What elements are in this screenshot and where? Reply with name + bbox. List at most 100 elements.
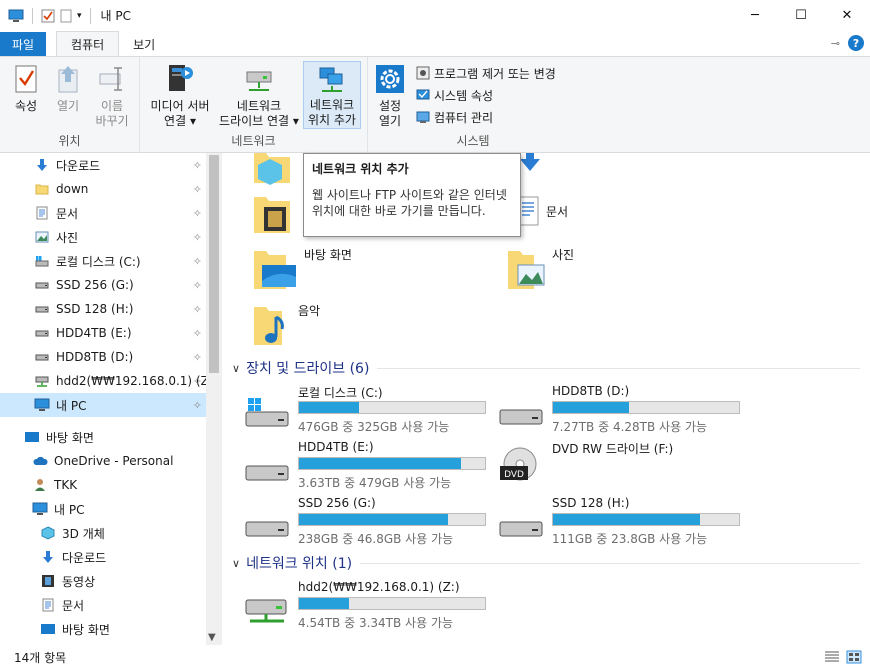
nav-item-downloads[interactable]: 다운로드 ✧	[0, 153, 206, 177]
nav-item-user-tkk[interactable]: TKK	[0, 473, 206, 497]
drive-h[interactable]: SSD 128 (H:) 111GB 중 23.8GB 사용 가능	[498, 496, 748, 548]
drive-icon	[34, 325, 50, 341]
quick-access-dropdown-icon[interactable]: ▾	[77, 11, 82, 21]
computer-icon	[8, 9, 24, 22]
drive-icon	[499, 409, 543, 425]
document-icon	[34, 205, 50, 221]
folder-pictures[interactable]: 사진	[506, 247, 574, 291]
nav-item-documents[interactable]: 문서 ✧	[0, 201, 206, 225]
network-location-icon	[319, 67, 343, 92]
chevron-down-icon: ∨	[232, 556, 241, 570]
nav-item-onedrive[interactable]: OneDrive - Personal	[0, 449, 206, 473]
add-network-location-button[interactable]: 네트워크 위치 추가	[303, 61, 361, 129]
download-folder-icon	[520, 153, 540, 171]
open-settings-button[interactable]: 설정 열기	[372, 61, 408, 129]
drive-c[interactable]: 로컬 디스크 (C:) 476GB 중 325GB 사용 가능	[244, 384, 494, 436]
pin-ribbon-icon[interactable]: ⊸	[831, 37, 840, 50]
uninstall-program-button[interactable]: 프로그램 제거 또는 변경	[416, 63, 556, 83]
rename-icon	[99, 67, 122, 91]
nav-item-videos[interactable]: 동영상	[0, 569, 206, 593]
nav-scroll-thumb[interactable]	[209, 155, 219, 373]
drive-e[interactable]: HDD4TB (E:) 3.63TB 중 479GB 사용 가능	[244, 440, 494, 492]
large-icons-view-icon[interactable]	[846, 650, 862, 664]
details-view-icon[interactable]	[824, 650, 840, 664]
computer-management-button[interactable]: 컴퓨터 관리	[416, 107, 493, 127]
group-label-system: 시스템	[456, 134, 490, 148]
nav-item-3d-objects[interactable]: 3D 개체	[0, 521, 206, 545]
nav-item-desktop-pc[interactable]: 바탕 화면	[0, 617, 206, 641]
group-label-network: 네트워크	[231, 134, 276, 148]
maximize-button[interactable]: ☐	[778, 0, 824, 31]
minimize-button[interactable]: ─	[732, 0, 778, 31]
tab-computer[interactable]: 컴퓨터	[56, 31, 120, 56]
windows-drive-icon	[245, 398, 289, 427]
nav-item-drive-e[interactable]: HDD4TB (E:) ✧	[0, 321, 206, 345]
section-network-locations[interactable]: ∨ 네트워크 위치 (1)	[232, 553, 860, 573]
gear-icon	[376, 65, 404, 93]
nav-item-downloads-pc[interactable]: 다운로드	[0, 545, 206, 569]
nav-item-this-pc-quick[interactable]: 내 PC ✧	[0, 393, 206, 417]
chevron-down-icon[interactable]: ▼	[208, 632, 216, 643]
nav-item-drive-h[interactable]: SSD 128 (H:) ✧	[0, 297, 206, 321]
ribbon: 속성 열기 이름 바꾸기 위치 미디어 서버 연결 ▾ 네트워크 드라이브 연결…	[0, 56, 870, 153]
nav-item-desktop[interactable]: 바탕 화면	[0, 425, 206, 449]
nav-item-documents-pc[interactable]: 문서	[0, 593, 206, 617]
usage-bar	[298, 597, 486, 610]
nav-item-drive-z[interactable]: hdd2(₩₩192.168.0.1) (Z: ✧	[0, 369, 213, 393]
nav-scrollbar[interactable]: ▼	[206, 153, 222, 645]
ribbon-group-network: 미디어 서버 연결 ▾ 네트워크 드라이브 연결 ▾ 네트워크 위치 추가 네트…	[140, 57, 368, 153]
properties-quick-icon[interactable]	[41, 9, 55, 23]
drive-d[interactable]: HDD8TB (D:) 7.27TB 중 4.28TB 사용 가능	[498, 384, 748, 436]
help-icon[interactable]: ?	[848, 35, 864, 51]
section-devices-drives[interactable]: ∨ 장치 및 드라이브 (6)	[232, 358, 860, 378]
pin-icon[interactable]: ✧	[193, 303, 202, 316]
pin-icon[interactable]: ✧	[193, 351, 202, 364]
usage-bar	[552, 401, 740, 414]
nav-item-drive-c[interactable]: 로컬 디스크 (C:) ✧	[0, 249, 206, 273]
network-drive-icon	[34, 373, 50, 389]
pin-icon[interactable]: ✧	[193, 207, 202, 220]
rename-button[interactable]: 이름 바꾸기	[92, 61, 132, 129]
dvd-label: DVD	[504, 470, 524, 480]
music-folder-icon	[254, 307, 284, 345]
tab-view[interactable]: 보기	[119, 32, 169, 56]
folder-desktop[interactable]: 바탕 화면	[252, 247, 352, 291]
usage-bar-fill	[553, 402, 630, 413]
new-folder-quick-icon[interactable]	[59, 9, 73, 23]
nav-item-drive-d[interactable]: HDD8TB (D:) ✧	[0, 345, 206, 369]
usage-bar	[298, 513, 486, 526]
map-network-drive-button[interactable]: 네트워크 드라이브 연결 ▾	[216, 61, 302, 129]
pin-icon[interactable]: ✧	[193, 399, 202, 412]
pin-icon[interactable]: ✧	[193, 159, 202, 172]
properties-button[interactable]: 속성	[8, 61, 44, 114]
system-properties-button[interactable]: 시스템 속성	[416, 85, 493, 105]
open-button[interactable]: 열기	[50, 61, 86, 114]
drive-z-network[interactable]: hdd2(₩₩192.168.0.1) (Z:) 4.54TB 중 3.34TB…	[244, 580, 494, 632]
folder-3d-objects[interactable]	[252, 153, 292, 185]
tab-file[interactable]: 파일	[0, 32, 46, 56]
open-icon	[58, 66, 78, 93]
nav-item-drive-g[interactable]: SSD 256 (G:) ✧	[0, 273, 206, 297]
pin-icon[interactable]: ✧	[193, 327, 202, 340]
drive-g[interactable]: SSD 256 (G:) 238GB 중 46.8GB 사용 가능	[244, 496, 494, 548]
media-server-button[interactable]: 미디어 서버 연결 ▾	[144, 61, 216, 129]
pin-icon[interactable]: ✧	[193, 375, 202, 388]
desktop-icon	[24, 429, 40, 445]
nav-item-down[interactable]: down ✧	[0, 177, 206, 201]
nav-item-pictures[interactable]: 사진 ✧	[0, 225, 206, 249]
pin-icon[interactable]: ✧	[193, 231, 202, 244]
folder-videos[interactable]	[252, 193, 292, 235]
pin-icon[interactable]: ✧	[193, 255, 202, 268]
pin-icon[interactable]: ✧	[193, 183, 202, 196]
drive-icon	[34, 349, 50, 365]
folder-downloads[interactable]	[518, 153, 542, 173]
drive-icon	[34, 277, 50, 293]
pin-icon[interactable]: ✧	[193, 279, 202, 292]
nav-item-this-pc[interactable]: 내 PC	[0, 497, 206, 521]
window-title: 내 PC	[100, 9, 132, 23]
folder-documents[interactable]: 문서	[514, 193, 568, 229]
folder-music[interactable]: 음악	[252, 303, 320, 347]
drive-f-dvd[interactable]: DVD DVD RW 드라이브 (F:)	[498, 440, 748, 492]
properties-icon	[15, 65, 37, 93]
close-button[interactable]: ✕	[824, 0, 870, 31]
